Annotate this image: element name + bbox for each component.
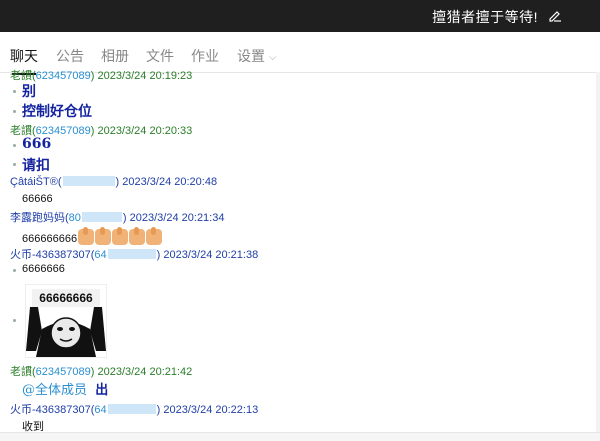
- message-time: 2023/3/24 20:22:13: [163, 404, 259, 416]
- message-text: 666: [22, 136, 52, 152]
- sender-tail: ): [90, 366, 95, 378]
- message-header: ÇâtáiŠT®() 2023/3/24 20:20:48: [10, 176, 218, 188]
- message-time: 2023/3/24 20:21:34: [129, 212, 225, 224]
- message-number: 666666666: [22, 233, 78, 245]
- sender-name[interactable]: 火币-436387307(: [10, 404, 94, 416]
- sender-tail: ): [156, 404, 161, 416]
- bullet-icon: [13, 269, 16, 272]
- thumbs-up-icon: [78, 227, 95, 245]
- message-header: 火币-436387307(64) 2023/3/24 20:22:13: [10, 401, 258, 417]
- tab-homework[interactable]: 作业: [191, 46, 219, 66]
- sender-name[interactable]: ÇâtáiŠT®(: [10, 176, 62, 188]
- sender-tail: ): [156, 249, 161, 261]
- tab-chat[interactable]: 聊天: [10, 46, 38, 75]
- redacted-id: [107, 249, 156, 259]
- sender-qq[interactable]: 623457089: [36, 70, 91, 82]
- sender-name[interactable]: 李露跑妈妈(: [10, 212, 69, 224]
- sender-qq[interactable]: 80: [69, 212, 81, 224]
- message-text: 66666: [22, 193, 53, 205]
- bullet-icon: [13, 144, 16, 147]
- bullet-icon: [13, 110, 16, 113]
- redacted-id: [62, 176, 115, 186]
- thumbs-up-icon: [95, 227, 112, 245]
- message-text: 控制好仓位: [22, 104, 92, 120]
- tab-settings[interactable]: 设置 ⌵: [237, 46, 277, 66]
- message-time: 2023/3/24 20:21:42: [97, 366, 193, 378]
- message-text: 别: [22, 84, 36, 100]
- tab-files[interactable]: 文件: [146, 46, 174, 66]
- tab-album[interactable]: 相册: [101, 46, 129, 66]
- thumbs-up-icon: [129, 227, 146, 245]
- message-time: 2023/3/24 20:19:23: [97, 70, 193, 82]
- message-header: 老謴(623457089) 2023/3/24 20:21:42: [10, 363, 192, 379]
- panda-meme-icon: 66666666: [26, 285, 106, 357]
- redacted-id: [107, 404, 156, 414]
- message-word: 出: [95, 383, 109, 398]
- sender-name[interactable]: 老謴(: [10, 366, 36, 378]
- sender-qq[interactable]: 64: [94, 249, 106, 261]
- sender-name[interactable]: 火币-436387307(: [10, 249, 94, 261]
- message-text: 请扣: [22, 158, 50, 174]
- message-time: 2023/3/24 20:20:33: [97, 125, 193, 137]
- meme-caption: 66666666: [39, 291, 93, 305]
- sender-tail: ): [90, 125, 95, 137]
- bullet-icon: [13, 319, 16, 322]
- bullet-icon: [13, 90, 16, 93]
- sender-tail: ): [122, 212, 127, 224]
- message-header: 老謴(623457089) 2023/3/24 20:19:23: [10, 67, 192, 83]
- message-text: @全体成员 出: [22, 379, 108, 398]
- sender-qq[interactable]: 623457089: [36, 366, 91, 378]
- message-header: 李露跑妈妈(80) 2023/3/24 20:21:34: [10, 209, 224, 225]
- thumbs-up-icon: [146, 227, 163, 245]
- window-titlebar: 擅猎者擅于等待!: [0, 0, 600, 32]
- thumbs-up-icon: [112, 227, 129, 245]
- sender-tail: ): [90, 70, 95, 82]
- message-header: 火币-436387307(64) 2023/3/24 20:21:38: [10, 246, 258, 262]
- bullet-icon: [13, 163, 16, 166]
- edit-icon[interactable]: [548, 8, 562, 22]
- message-text: 666666666: [22, 227, 163, 245]
- chat-history: 老謴(623457089) 2023/3/24 20:19:23 别 控制好仓位…: [0, 66, 600, 436]
- meme-sticker-image[interactable]: 66666666: [25, 284, 107, 358]
- group-title: 擅猎者擅于等待!: [432, 9, 538, 25]
- message-text: 6666666: [22, 263, 65, 275]
- sender-qq[interactable]: 64: [94, 404, 106, 416]
- redacted-id: [81, 212, 122, 222]
- mention-all[interactable]: @全体成员: [22, 383, 87, 398]
- message-time: 2023/3/24 20:20:48: [122, 176, 218, 188]
- tab-settings-label: 设置: [237, 48, 265, 64]
- tab-announcement[interactable]: 公告: [56, 46, 84, 66]
- chevron-down-icon: ⌵: [269, 52, 277, 63]
- message-time: 2023/3/24 20:21:38: [163, 249, 259, 261]
